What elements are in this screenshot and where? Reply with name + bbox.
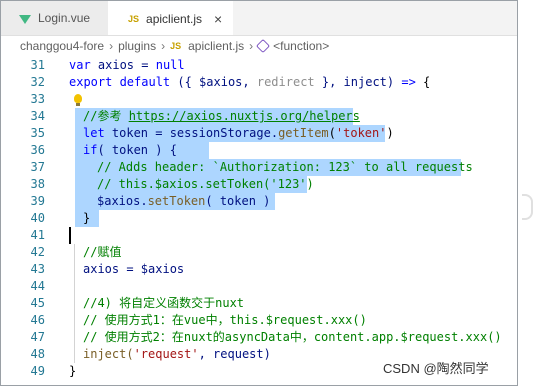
watermark: CSDN @陶然同学: [383, 361, 489, 376]
line-number: 31: [30, 58, 45, 72]
vue-icon: [19, 14, 31, 24]
code-line: 46 // 使用方式1：在vue中，this.$request.xxx(): [1, 312, 517, 329]
line-number: 35: [30, 126, 45, 140]
line-number: 40: [30, 211, 45, 225]
js-icon: JS: [128, 13, 140, 24]
code-text: var axios = null: [69, 58, 185, 72]
line-number: 34: [30, 109, 45, 123]
breadcrumb-folder[interactable]: changgou4-fore: [20, 39, 104, 53]
code-line: 41: [1, 227, 517, 244]
code-text: //4) 将自定义函数交于nuxt: [83, 296, 245, 310]
indent-guide: [74, 295, 75, 312]
text-cursor: [69, 227, 71, 244]
chevron-right-icon: ›: [109, 39, 114, 53]
decorative-bracket: [522, 194, 533, 220]
indent-guide: [74, 261, 75, 278]
code-editor[interactable]: 31 var axios = null 32 export default ({…: [1, 57, 517, 385]
code-text: //参考 https://axios.nuxtjs.org/helpers: [83, 109, 360, 123]
function-cube-icon: [256, 38, 271, 54]
line-number: 33: [30, 92, 45, 106]
code-text: // 使用方式1：在vue中，this.$request.xxx(): [83, 313, 367, 327]
line-number: 46: [30, 313, 45, 327]
code-text: axios = $axios: [83, 262, 185, 276]
line-number: 42: [30, 245, 45, 259]
code-text: // this.$axios.setToken('123'): [97, 177, 314, 191]
code-line: 40 }: [1, 210, 517, 227]
code-text: }: [83, 211, 91, 225]
indent-guide: [74, 244, 75, 261]
tab-bar: Login.vue JS apiclient.js ×: [1, 1, 517, 36]
chevron-right-icon: ›: [249, 39, 254, 53]
code-line: 42 //赋值: [1, 244, 517, 261]
indent-guide: [74, 278, 75, 295]
code-line: 37 // Adds header: `Authorization: 123` …: [1, 159, 517, 176]
line-number: 49: [30, 364, 45, 378]
code-line: 39 $axios.setToken( token ): [1, 193, 517, 210]
code-text: $axios.setToken( token ): [97, 194, 271, 208]
code-line: 38 // this.$axios.setToken('123'): [1, 176, 517, 193]
tab-label: apiclient.js: [146, 11, 203, 26]
indent-guide: [74, 329, 75, 346]
lightbulb-icon[interactable]: [74, 94, 82, 106]
code-text: //赋值: [83, 245, 122, 259]
code-line: 35 let token = sessionStorage.getItem('t…: [1, 125, 517, 142]
indent-guide: [74, 346, 75, 363]
breadcrumb-symbol[interactable]: <function>: [273, 39, 329, 53]
code-line: 44: [1, 278, 517, 295]
code-line: 31 var axios = null: [1, 57, 517, 74]
js-icon: JS: [170, 41, 182, 51]
breadcrumb: changgou4-fore › plugins › JS apiclient.…: [1, 36, 517, 56]
code-text: inject('request', request): [83, 347, 271, 361]
line-number: 32: [30, 75, 45, 89]
line-number: 41: [30, 228, 45, 242]
line-number: 48: [30, 347, 45, 361]
code-line: 34 //参考 https://axios.nuxtjs.org/helpers: [1, 108, 517, 125]
chevron-right-icon: ›: [161, 39, 166, 53]
code-text: // Adds header: `Authorization: 123` to …: [97, 160, 473, 174]
line-number: 44: [30, 279, 45, 293]
code-text: let token = sessionStorage.getItem('toke…: [83, 126, 394, 140]
code-text: // 使用方式2：在nuxt的asyncData中，content.app.$r…: [83, 330, 502, 344]
tab-apiclient-js[interactable]: JS apiclient.js ×: [108, 1, 233, 35]
helpers-link[interactable]: https://axios.nuxtjs.org/helpers: [129, 109, 360, 123]
line-number: 43: [30, 262, 45, 276]
code-line: 33: [1, 91, 517, 108]
code-text: export default ({ $axios, redirect }, in…: [69, 75, 431, 89]
code-line: 47 // 使用方式2：在nuxt的asyncData中，content.app…: [1, 329, 517, 346]
line-number: 39: [30, 194, 45, 208]
breadcrumb-folder[interactable]: plugins: [118, 39, 156, 53]
editor-window: Login.vue JS apiclient.js × changgou4-fo…: [0, 0, 518, 386]
close-icon[interactable]: ×: [214, 11, 222, 27]
line-number: 47: [30, 330, 45, 344]
code-text: }: [69, 364, 77, 378]
tab-label: Login.vue: [38, 11, 91, 25]
breadcrumb-file[interactable]: apiclient.js: [188, 39, 244, 53]
code-line: 36 if( token ) {: [1, 142, 517, 159]
tab-login-vue[interactable]: Login.vue: [1, 1, 108, 35]
code-text: if( token ) {: [83, 143, 177, 157]
indent-guide: [74, 312, 75, 329]
line-number: 37: [30, 160, 45, 174]
code-line: 32 export default ({ $axios, redirect },…: [1, 74, 517, 91]
line-number: 38: [30, 177, 45, 191]
line-number: 45: [30, 296, 45, 310]
code-line: 45 //4) 将自定义函数交于nuxt: [1, 295, 517, 312]
line-number: 36: [30, 143, 45, 157]
code-line: 43 axios = $axios: [1, 261, 517, 278]
